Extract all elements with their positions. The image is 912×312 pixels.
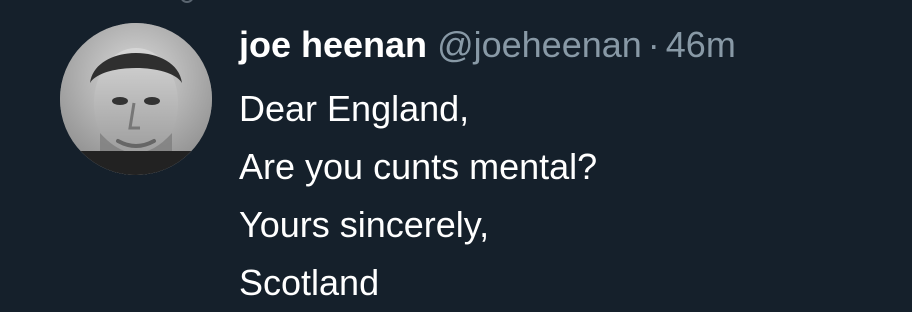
avatar[interactable]: [60, 23, 212, 175]
tweet-line-3: Yours sincerely,: [239, 204, 490, 245]
tweet-header: joe heenan @joeheenan · 46m: [239, 22, 899, 68]
display-name[interactable]: joe heenan: [239, 24, 427, 65]
tweet-line-1: Dear England,: [239, 88, 470, 129]
separator-dot: ·: [647, 24, 660, 65]
tweet-content: joe heenan @joeheenan · 46m Dear England, A…: [239, 22, 899, 312]
tweet[interactable]: joe heenan @joeheenan · 46m Dear England, A…: [0, 0, 912, 308]
profile-photo-icon: [60, 23, 212, 175]
tweet-text: Dear England, Are you cunts mental? Your…: [239, 80, 899, 312]
reply-arc-fragment: [180, 0, 194, 3]
tweet-line-2: Are you cunts mental?: [239, 146, 598, 187]
tweet-line-4: Scotland: [239, 262, 380, 303]
timestamp[interactable]: 46m: [666, 24, 736, 65]
user-handle[interactable]: @joeheenan: [437, 24, 642, 65]
